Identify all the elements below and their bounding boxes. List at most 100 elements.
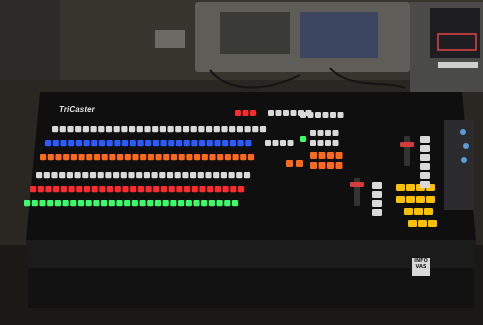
white-bus-button [236,126,243,133]
amber-button [426,196,435,203]
right-stack-button [372,191,382,198]
green-bus-button [62,200,69,207]
green-bus-button [162,200,169,207]
white-bus-button [174,172,181,179]
control-button [322,112,329,118]
white-bus-button [66,172,73,179]
blue-bus-button [222,140,229,147]
orange-control-button [296,160,303,167]
white-bus-button [182,126,190,133]
green-bus-button [147,200,154,207]
white-bus-button [175,126,182,133]
red-bus-button [153,186,160,193]
green-bus-button [193,200,200,207]
blue-bus-button [137,140,144,147]
monitor-screen-right [300,12,378,58]
control-button [310,130,316,136]
blue-bus-button [52,140,59,147]
amber-button [406,196,415,203]
red-bus-button [222,186,229,193]
white-bus-button [221,126,228,133]
t-bar-handle [350,182,364,187]
control-button [337,112,344,118]
orange-bus-button [170,154,178,161]
blue-bus-button [237,140,244,147]
green-bus-button [139,200,146,207]
white-bus-button [152,126,159,133]
console-front [26,240,476,268]
green-bus-button [24,200,31,207]
orange-control-button [327,162,334,169]
right-stack-button [420,172,430,179]
red-bus-button [37,186,44,193]
orange-bus-button [101,154,108,161]
orange-control-button [335,162,343,169]
logo-mark: INFO VAS [412,258,430,276]
amber-button [428,220,437,227]
white-bus-button [213,172,220,179]
control-button [332,140,339,146]
red-bus-button [160,186,168,193]
blue-bus-button [122,140,129,147]
blue-bus-button [183,140,190,147]
t-bar-slot [404,136,410,166]
green-bus-button [154,200,162,207]
orange-control-button [310,162,317,169]
red-bus-button [176,186,183,193]
white-bus-button [206,126,213,133]
right-stack-button [372,182,382,189]
white-bus-button [159,172,166,179]
green-bus-button [185,200,192,207]
amber-button [418,220,427,227]
white-bus-button [244,126,251,133]
amber-button [414,208,423,215]
t-bar-handle [400,142,414,147]
orange-bus-button [117,154,124,161]
blue-bus-button [60,140,67,147]
red-bus-button [130,186,137,193]
green-bus-button [54,200,61,207]
white-bus-button [190,126,197,133]
console-base [28,268,474,308]
orange-bus-button [240,154,247,161]
blue-bus-button [68,140,75,147]
side-knob [463,143,469,149]
orange-control-button [327,152,334,159]
control-button [325,140,331,146]
blue-bus-button [98,140,106,147]
control-button [272,140,279,146]
orange-control-button [318,162,326,169]
control-button [268,110,274,116]
white-bus-button [197,172,204,179]
photo-canvas [0,0,483,325]
green-bus-button [101,200,108,207]
white-bus-button [113,172,120,179]
red-bus-button [99,186,106,193]
right-stack-button [420,163,430,170]
white-bus-button [120,172,127,179]
orange-bus-button [194,154,201,161]
blue-bus-button [152,140,159,147]
control-button [325,130,331,136]
right-side-panel [444,120,474,210]
red-bus-button [114,186,121,193]
control-button [330,112,336,118]
white-bus-button [213,126,220,133]
orange-bus-button [40,154,47,161]
control-button [290,110,297,116]
orange-bus-button [163,154,170,161]
white-bus-button [190,172,197,179]
control-button [310,140,316,146]
control-button [332,130,339,136]
green-bus-button [216,200,223,207]
white-bus-button [97,172,104,179]
blue-bus-button [145,140,152,147]
orange-bus-button [124,154,131,161]
amber-button [408,220,417,227]
red-bus-button [214,186,221,193]
blue-bus-button [75,140,82,147]
blue-bus-button [214,140,221,147]
right-monitor-buttons [438,62,478,68]
orange-bus-button [93,154,101,161]
orange-bus-button [186,154,193,161]
